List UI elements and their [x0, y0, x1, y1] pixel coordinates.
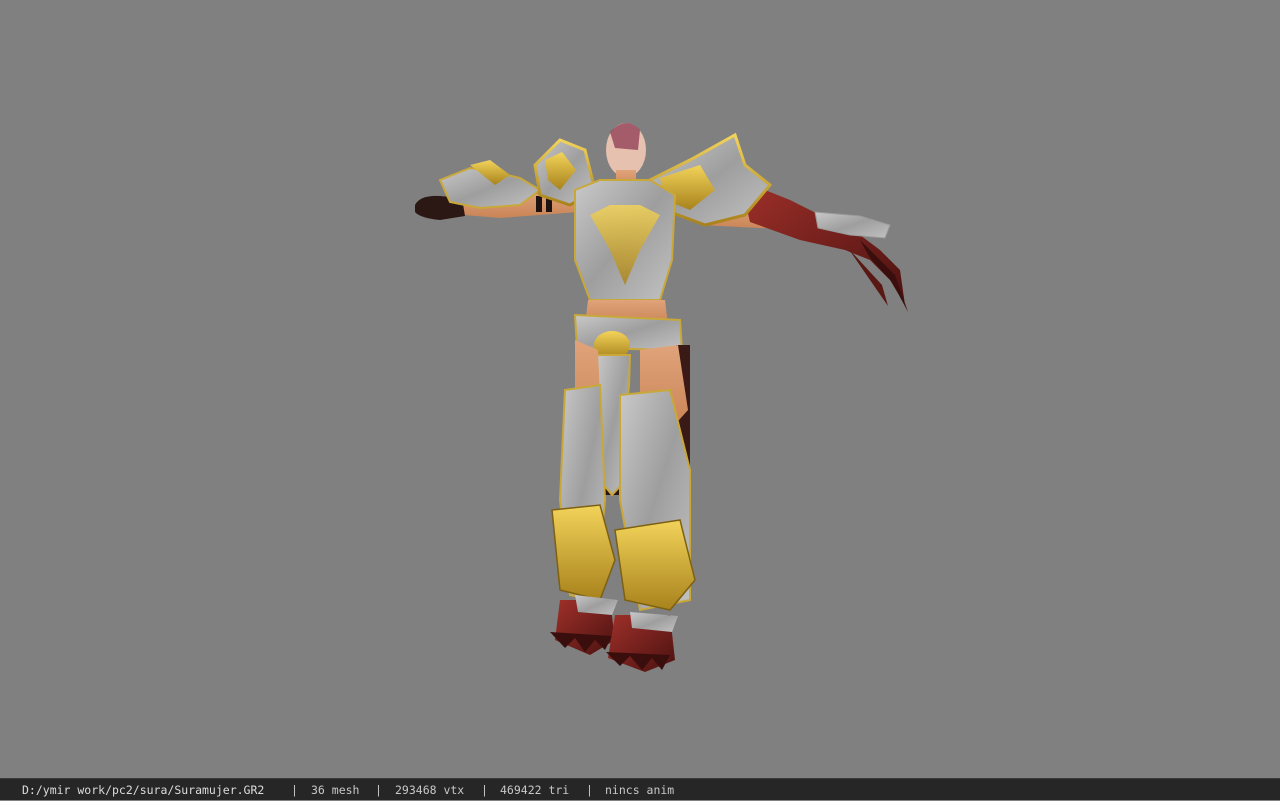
animation-status: nincs anim — [605, 783, 675, 797]
triangle-count: 469422 tri — [500, 783, 570, 797]
mesh-count: 36 mesh — [311, 783, 360, 797]
separator: | — [586, 783, 593, 797]
3d-viewport[interactable] — [0, 0, 1280, 778]
status-bar: D:/ymir work/pc2/sura/Suramujer.GR2 | 36… — [0, 778, 1280, 800]
file-path: D:/ymir work/pc2/sura/Suramujer.GR2 — [22, 783, 265, 797]
separator: | — [481, 783, 488, 797]
character-model — [415, 122, 908, 672]
separator: | — [375, 783, 382, 797]
separator: | — [291, 783, 298, 797]
vertex-count: 293468 vtx — [395, 783, 465, 797]
torso — [574, 179, 677, 325]
